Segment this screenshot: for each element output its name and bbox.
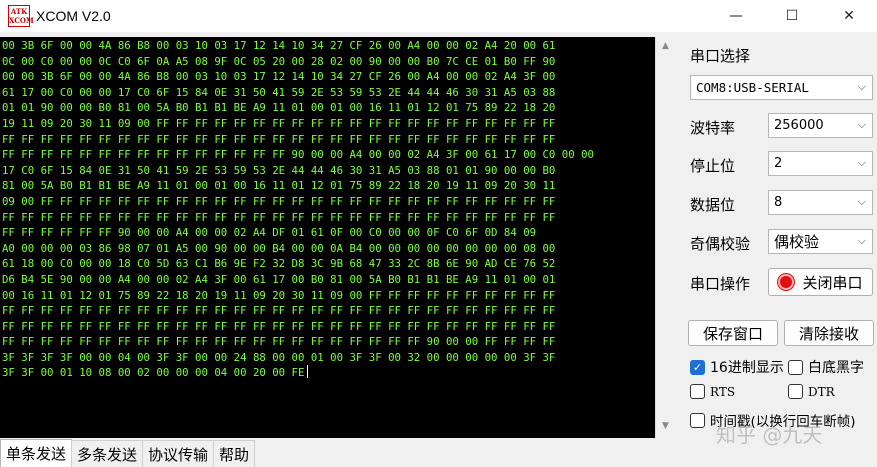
white-black-checkbox[interactable] bbox=[788, 359, 803, 375]
stopbits-select-value: 2 bbox=[774, 156, 783, 171]
scroll-down-icon[interactable]: ▼ bbox=[662, 421, 669, 431]
window-title: XCOM V2.0 bbox=[36, 8, 111, 24]
dtr-toggle[interactable]: DTR bbox=[788, 384, 835, 399]
receive-line: FF FF FF FF FF FF FF FF FF FF FF FF FF F… bbox=[2, 132, 556, 146]
close-port-button[interactable]: 关闭串口 bbox=[768, 268, 873, 296]
clear-receive-button[interactable]: 清除接收 bbox=[784, 320, 874, 346]
receive-line: FF FF FF FF FF FF 90 00 00 A4 00 00 02 A… bbox=[2, 226, 537, 240]
receive-line: 61 17 00 C0 00 00 17 C0 6F 15 84 0E 31 5… bbox=[2, 85, 556, 99]
receive-line: FF FF FF FF FF FF FF FF FF FF FF FF FF F… bbox=[2, 319, 556, 333]
parity-select[interactable]: 偶校验 ⌵ bbox=[768, 229, 873, 254]
app-logo-icon: ATK XCOM bbox=[8, 5, 34, 27]
close-button[interactable]: ✕ bbox=[826, 0, 872, 32]
receive-line: A0 00 00 00 03 86 98 07 01 A5 00 90 00 0… bbox=[2, 241, 556, 255]
baud-select[interactable]: 256000 ⌵ bbox=[768, 113, 873, 138]
receive-line: FF FF FF FF FF FF FF FF FF FF FF FF FF F… bbox=[2, 304, 556, 318]
chevron-down-icon: ⌵ bbox=[857, 195, 866, 208]
white-black-toggle[interactable]: 白底黑字 bbox=[788, 357, 864, 377]
receive-line: 81 00 5A B0 B1 B1 BE A9 11 01 00 01 00 1… bbox=[2, 179, 556, 193]
dtr-label: DTR bbox=[808, 384, 835, 399]
baud-label: 波特率 bbox=[690, 119, 736, 137]
chevron-down-icon: ⌵ bbox=[857, 118, 866, 131]
receive-line: 0C 00 C0 00 00 0C C0 6F 0A A5 08 9F 0C 0… bbox=[2, 54, 556, 68]
receive-area[interactable]: 00 3B 6F 00 00 4A 86 B8 00 03 10 03 17 1… bbox=[0, 37, 655, 438]
dtr-checkbox[interactable] bbox=[788, 384, 803, 399]
chevron-down-icon: ⌵ bbox=[857, 80, 866, 93]
tab-3[interactable]: 帮助 bbox=[213, 440, 256, 467]
port-operation-label: 串口操作 bbox=[690, 275, 751, 293]
white-black-label: 白底黑字 bbox=[808, 360, 864, 376]
receive-line: FF FF FF FF FF FF FF FF FF FF FF FF FF F… bbox=[2, 148, 594, 162]
receive-scrollbar[interactable]: ▲ ▼ bbox=[655, 37, 678, 438]
baud-select-value: 256000 bbox=[774, 118, 824, 133]
receive-line: FF FF FF FF FF FF FF FF FF FF FF FF FF F… bbox=[2, 210, 556, 224]
chevron-down-icon: ⌵ bbox=[857, 234, 866, 247]
hex-display-checkbox[interactable]: ✓ bbox=[690, 359, 705, 375]
maximize-button[interactable]: ☐ bbox=[769, 0, 815, 32]
receive-line: D6 B4 5E 90 00 00 A4 00 00 02 A4 3F 00 6… bbox=[2, 272, 556, 286]
port-status-icon bbox=[778, 274, 795, 290]
port-select-label: 串口选择 bbox=[690, 47, 751, 65]
hex-display-label: 16进制显示 bbox=[710, 360, 784, 376]
stopbits-label: 停止位 bbox=[690, 157, 736, 175]
receive-line: 00 16 11 01 12 01 75 89 22 18 20 19 11 0… bbox=[2, 288, 556, 302]
parity-label: 奇偶校验 bbox=[690, 235, 751, 253]
receive-line: 00 00 3B 6F 00 00 4A 86 B8 00 03 10 03 1… bbox=[2, 70, 556, 84]
receive-line: 61 18 00 C0 00 00 18 C0 5D 63 C1 B6 9E F… bbox=[2, 257, 556, 271]
settings-panel: 串口选择 COM8:USB-SERIAL ⌵ 波特率 256000 ⌵ 停止位 … bbox=[682, 37, 877, 467]
rts-checkbox[interactable] bbox=[690, 384, 705, 399]
databits-label: 数据位 bbox=[690, 196, 736, 214]
port-select[interactable]: COM8:USB-SERIAL ⌵ bbox=[690, 75, 873, 100]
stopbits-select[interactable]: 2 ⌵ bbox=[768, 151, 873, 176]
text-cursor bbox=[307, 365, 309, 379]
databits-select[interactable]: 8 ⌵ bbox=[768, 190, 873, 215]
timestamp-checkbox[interactable] bbox=[690, 412, 705, 428]
databits-select-value: 8 bbox=[774, 195, 783, 210]
receive-line: 19 11 09 20 30 11 09 00 FF FF FF FF FF F… bbox=[2, 116, 556, 130]
rts-toggle[interactable]: RTS bbox=[690, 384, 735, 399]
chevron-down-icon: ⌵ bbox=[857, 156, 866, 169]
port-select-value: COM8:USB-SERIAL bbox=[696, 80, 809, 95]
receive-line: 01 01 90 00 00 B0 81 00 5A B0 B1 B1 BE A… bbox=[2, 101, 556, 115]
minimize-button[interactable]: — bbox=[713, 0, 759, 32]
hex-display-toggle[interactable]: ✓ 16进制显示 bbox=[690, 357, 784, 377]
close-port-label: 关闭串口 bbox=[802, 273, 863, 292]
receive-line: FF FF FF FF FF FF FF FF FF FF FF FF FF F… bbox=[2, 335, 556, 349]
tab-1[interactable]: 多条发送 bbox=[71, 440, 144, 467]
tab-0[interactable]: 单条发送 bbox=[0, 439, 73, 467]
receive-line: 3F 3F 00 01 10 08 00 02 00 00 00 04 00 2… bbox=[2, 365, 655, 381]
title-bar: ATK XCOM XCOM V2.0 — ☐ ✕ bbox=[0, 0, 877, 32]
save-window-button[interactable]: 保存窗口 bbox=[688, 320, 778, 346]
receive-line: 09 00 FF FF FF FF FF FF FF FF FF FF FF F… bbox=[2, 194, 556, 208]
receive-line: 17 C0 6F 15 84 0E 31 50 41 59 2E 53 59 5… bbox=[2, 163, 556, 177]
scroll-up-icon[interactable]: ▲ bbox=[662, 41, 669, 51]
parity-select-value: 偶校验 bbox=[774, 233, 820, 251]
receive-line: 3F 3F 3F 3F 00 00 04 00 3F 3F 00 00 24 8… bbox=[2, 350, 556, 364]
send-tabs: 单条发送 多条发送 协议传输 帮助 bbox=[0, 439, 877, 467]
tab-2[interactable]: 协议传输 bbox=[142, 440, 215, 467]
rts-label: RTS bbox=[710, 384, 736, 399]
receive-line: 00 3B 6F 00 00 4A 86 B8 00 03 10 03 17 1… bbox=[2, 39, 556, 52]
